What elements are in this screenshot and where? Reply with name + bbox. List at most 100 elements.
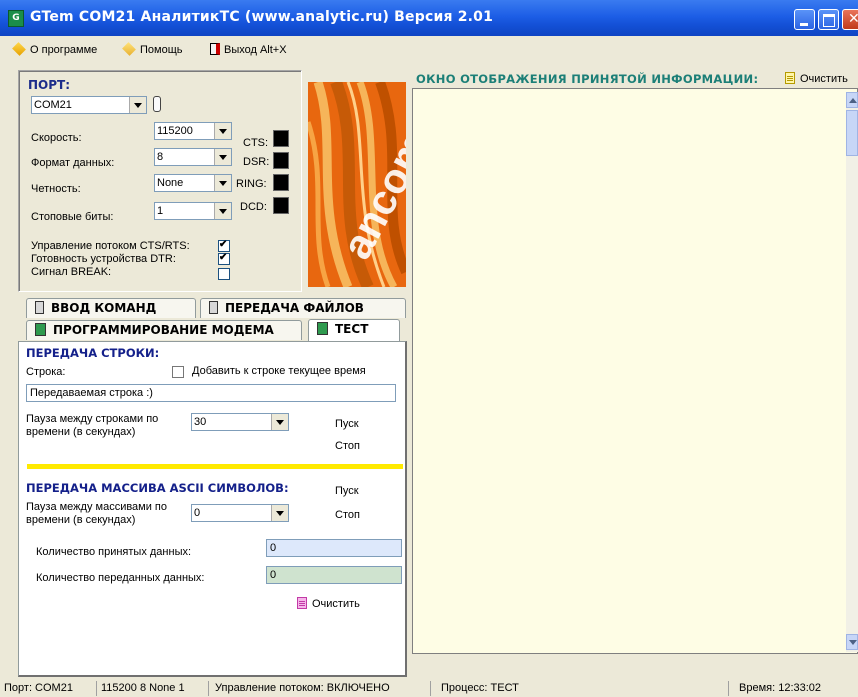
ascii-stop-button[interactable]: Стоп — [335, 509, 360, 521]
note-icon — [785, 72, 795, 84]
dtr-checkbox[interactable] — [218, 253, 230, 265]
dcd-label: DCD: — [240, 201, 267, 213]
tab-modem-label: ПРОГРАММИРОВАНИЕ МОДЕМА — [53, 323, 274, 337]
menu-item-help-label: Помощь — [140, 44, 183, 56]
dcd-indicator — [273, 197, 289, 214]
tab-test-label: ТЕСТ — [335, 322, 369, 336]
logo-graphic: ancom — [308, 82, 406, 287]
pause-label-line1: Пауза между строками по — [26, 413, 159, 425]
keyboard-icon — [35, 301, 44, 314]
speed-select[interactable]: 115200 — [154, 122, 232, 140]
clear-display-label: Очистить — [800, 73, 848, 85]
parity-label: Четность: — [31, 183, 81, 195]
ascii-pause-label-line2: времени (в секундах) — [26, 514, 136, 526]
sent-count-field[interactable]: 0 — [266, 566, 402, 584]
menu-item-exit-label: Выход Alt+X — [224, 44, 287, 56]
tab-commands-label: ВВОД КОМАНД — [51, 301, 157, 315]
parity-select-value: None — [157, 177, 184, 189]
pause-label-line2: времени (в секундах) — [26, 426, 136, 438]
ascii-start-button[interactable]: Пуск — [335, 485, 359, 497]
speed-label: Скорость: — [31, 132, 82, 144]
scroll-thumb[interactable] — [846, 110, 858, 156]
diamond-icon — [12, 42, 26, 56]
dsr-label: DSR: — [243, 156, 270, 168]
help-diamond-icon — [122, 42, 136, 56]
status-process: Процесс: ТЕСТ — [430, 681, 728, 696]
data-format-select[interactable]: 8 — [154, 148, 232, 166]
stop-bits-select-value: 1 — [157, 205, 164, 217]
menu-item-exit[interactable]: Выход Alt+X — [210, 43, 287, 56]
stop-bits-select[interactable]: 1 — [154, 202, 232, 220]
cts-indicator — [273, 130, 289, 147]
tab-files-label: ПЕРЕДАЧА ФАЙЛОВ — [225, 301, 364, 315]
maximize-button[interactable] — [818, 9, 839, 30]
add-time-checkbox[interactable] — [172, 366, 184, 378]
window-title: GTem COM21 АналитикТС (www.analytic.ru) … — [30, 9, 494, 25]
chevron-down-icon[interactable] — [214, 123, 231, 139]
data-format-select-value: 8 — [157, 151, 164, 163]
chevron-down-icon[interactable] — [271, 414, 288, 430]
string-start-button[interactable]: Пуск — [335, 418, 359, 430]
flow-control-checkbox[interactable] — [218, 240, 230, 252]
tab-files[interactable]: ПЕРЕДАЧА ФАЙЛОВ — [200, 298, 406, 318]
string-stop-button[interactable]: Стоп — [335, 440, 360, 452]
port-panel-title: ПОРТ: — [26, 78, 73, 92]
chevron-down-icon[interactable] — [271, 505, 288, 521]
string-section-title: ПЕРЕДАЧА СТРОКИ: — [26, 346, 160, 360]
status-time: Время: 12:33:02 — [728, 681, 858, 696]
cts-label: CTS: — [243, 137, 269, 149]
ascii-pause-select-value: 0 — [194, 507, 201, 519]
status-flow-control: Управление потоком: ВКЛЮЧЕНО — [208, 681, 430, 696]
break-checkbox[interactable] — [218, 268, 230, 280]
ascii-pause-label-line1: Пауза между массивами по — [26, 501, 168, 513]
close-button[interactable] — [842, 9, 858, 30]
display-window-title: ОКНО ОТОБРАЖЕНИЯ ПРИНЯТОЙ ИНФОРМАЦИИ: — [416, 72, 759, 86]
pause-select-value: 30 — [194, 416, 207, 428]
chevron-down-icon[interactable] — [214, 149, 231, 165]
clear-display-button[interactable]: Очистить — [785, 72, 848, 85]
ascii-section-title: ПЕРЕДАЧА МАССИВА ASCII СИМВОЛОВ: — [26, 481, 289, 495]
chevron-down-icon[interactable] — [214, 203, 231, 219]
phone-icon — [209, 301, 218, 314]
status-bar: Порт: COM21 115200 8 None 1 Управление п… — [0, 680, 858, 697]
received-count-label: Количество принятых данных: — [36, 546, 192, 558]
menu-item-about-label: О программе — [30, 44, 98, 56]
received-count-field[interactable]: 0 — [266, 539, 402, 557]
received-info-display[interactable] — [412, 88, 858, 654]
dtr-label: Готовность устройства DTR: — [31, 253, 176, 265]
dsr-indicator — [273, 152, 289, 169]
pause-select[interactable]: 30 — [191, 413, 289, 431]
clear-counters-button[interactable]: Очистить — [297, 597, 360, 610]
tab-commands[interactable]: ВВОД КОМАНД — [26, 298, 196, 318]
string-label: Строка: — [26, 366, 66, 378]
sent-count-label: Количество переданных данных: — [36, 572, 205, 584]
menu-item-about[interactable]: О программе — [12, 42, 98, 56]
chevron-down-icon[interactable] — [129, 97, 146, 113]
vendor-logo-image: ancom — [308, 82, 406, 287]
section-divider — [27, 464, 403, 469]
modem-icon — [35, 323, 46, 336]
ring-indicator — [273, 174, 289, 191]
tab-modem[interactable]: ПРОГРАММИРОВАНИЕ МОДЕМА — [26, 320, 302, 340]
break-label: Сигнал BREAK: — [31, 266, 112, 278]
title-bar[interactable]: G GTem COM21 АналитикТС (www.analytic.ru… — [0, 0, 858, 36]
ascii-pause-select[interactable]: 0 — [191, 504, 289, 522]
scroll-down-button[interactable] — [846, 634, 858, 650]
menu-item-help[interactable]: Помощь — [122, 42, 183, 56]
chevron-down-icon[interactable] — [214, 175, 231, 191]
minimize-button[interactable] — [794, 9, 815, 30]
display-scrollbar[interactable] — [846, 92, 858, 652]
port-info-icon[interactable] — [153, 96, 161, 112]
stop-bits-label: Стоповые биты: — [31, 211, 114, 223]
status-params: 115200 8 None 1 — [96, 681, 208, 696]
status-port: Порт: COM21 — [4, 682, 73, 694]
port-select[interactable]: COM21 — [31, 96, 147, 114]
tab-test[interactable]: ТЕСТ — [308, 319, 400, 341]
parity-select[interactable]: None — [154, 174, 232, 192]
exit-door-icon — [210, 43, 220, 55]
string-input[interactable]: Передаваемая строка :) — [26, 384, 396, 402]
menu-bar: О программе Помощь Выход Alt+X — [0, 40, 858, 60]
ring-label: RING: — [236, 178, 267, 190]
clear-counters-label: Очистить — [312, 598, 360, 610]
scroll-up-button[interactable] — [846, 92, 858, 108]
